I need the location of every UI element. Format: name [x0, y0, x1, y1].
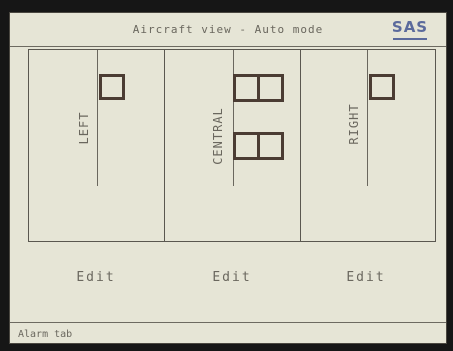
panel-left-label: LEFT — [77, 111, 91, 145]
panel-central[interactable]: CENTRAL — [165, 50, 301, 241]
panel-central-label: CENTRAL — [211, 107, 225, 165]
logo-text: SAS — [391, 18, 429, 36]
logo-underline — [393, 38, 427, 40]
page-title: Aircraft view - Auto mode — [132, 23, 324, 36]
hmi-screen: Aircraft view - Auto mode SAS LEFT CENTR… — [9, 12, 447, 344]
panel-central-slot-top-a[interactable] — [233, 74, 260, 102]
alarm-tab-button[interactable]: Alarm tab — [18, 329, 72, 340]
panel-right-axis-line — [367, 50, 368, 186]
aircraft-panels: LEFT CENTRAL RIGHT — [28, 49, 436, 242]
panel-left-axis-line — [97, 50, 98, 186]
panel-right-slot[interactable] — [369, 74, 395, 100]
panel-left-slot[interactable] — [99, 74, 125, 100]
edit-left-button[interactable]: Edit — [56, 270, 136, 285]
panel-right-label: RIGHT — [347, 103, 361, 145]
panel-central-slot-top-b[interactable] — [257, 74, 284, 102]
edit-central-button[interactable]: Edit — [192, 270, 272, 285]
title-bar: Aircraft view - Auto mode SAS — [10, 13, 446, 47]
edit-right-button[interactable]: Edit — [326, 270, 406, 285]
panel-central-slot-bottom-a[interactable] — [233, 132, 260, 160]
sas-logo: SAS — [388, 19, 432, 43]
panel-left[interactable]: LEFT — [29, 50, 165, 241]
bottom-bar: Alarm tab — [10, 322, 446, 343]
panel-central-axis-line — [233, 50, 234, 186]
panel-central-slot-bottom-b[interactable] — [257, 132, 284, 160]
panel-right[interactable]: RIGHT — [301, 50, 435, 241]
